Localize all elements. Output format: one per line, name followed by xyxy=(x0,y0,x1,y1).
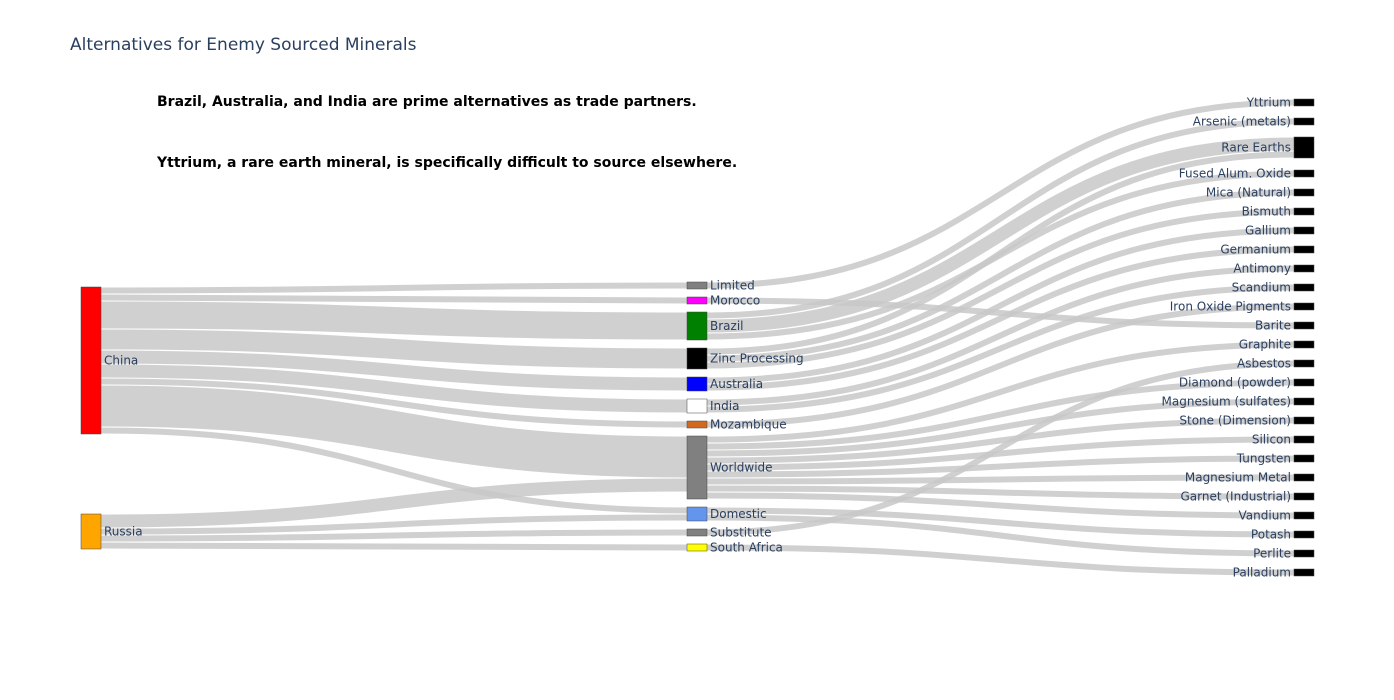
annotation-yttrium: Yttrium, a rare earth mineral, is specif… xyxy=(156,155,737,171)
sankey-node-tungsten xyxy=(1293,454,1315,463)
node-label-magnesium-metal: Magnesium Metal xyxy=(1185,471,1291,485)
sankey-node-worldwide xyxy=(686,435,708,500)
node-label-graphite: Graphite xyxy=(1239,338,1291,352)
sankey-node-brazil xyxy=(686,311,708,341)
sankey-node-iron-oxide-pigments xyxy=(1293,302,1315,311)
node-label-south-africa: South Africa xyxy=(710,541,783,555)
sankey-node-magnesium-metal xyxy=(1293,473,1315,482)
node-label-gallium: Gallium xyxy=(1245,224,1291,238)
node-label-perlite: Perlite xyxy=(1253,547,1291,561)
node-label-magnesium-sulfates: Magnesium (sulfates) xyxy=(1162,395,1291,409)
node-label-barite: Barite xyxy=(1255,319,1291,333)
node-label-antimony: Antimony xyxy=(1233,262,1291,276)
node-label-garnet-industrial: Garnet (Industrial) xyxy=(1180,490,1291,504)
sankey-node-zinc-processing xyxy=(686,347,708,370)
sankey-node-substitute xyxy=(686,528,708,537)
sankey-node-bismuth xyxy=(1293,207,1315,216)
node-label-tungsten: Tungsten xyxy=(1236,452,1291,466)
node-label-yttrium: Yttrium xyxy=(1246,96,1291,110)
annotation-trade-partners: Brazil, Australia, and India are prime a… xyxy=(157,94,697,110)
sankey-node-palladium xyxy=(1293,568,1315,577)
sankey-node-germanium xyxy=(1293,245,1315,254)
node-label-iron-oxide-pigments: Iron Oxide Pigments xyxy=(1170,300,1291,314)
sankey-node-potash xyxy=(1293,530,1315,539)
sankey-chart: Alternatives for Enemy Sourced Minerals … xyxy=(70,35,1315,580)
sankey-node-vandium xyxy=(1293,511,1315,520)
sankey-node-barite xyxy=(1293,321,1315,330)
sankey-node-morocco xyxy=(686,296,708,305)
node-label-worldwide: Worldwide xyxy=(710,461,773,475)
sankey-node-scandium xyxy=(1293,283,1315,292)
sankey-node-fused-alum-oxide xyxy=(1293,169,1315,178)
sankey-link-2 xyxy=(100,301,688,340)
node-label-mozambique: Mozambique xyxy=(710,418,787,432)
sankey-node-mica-natural xyxy=(1293,188,1315,197)
node-label-domestic: Domestic xyxy=(710,507,767,521)
node-label-limited: Limited xyxy=(710,279,755,293)
sankey-node-china xyxy=(80,286,102,435)
node-label-bismuth: Bismuth xyxy=(1242,205,1291,219)
sankey-node-domestic xyxy=(686,506,708,522)
node-label-palladium: Palladium xyxy=(1233,566,1291,580)
node-label-morocco: Morocco xyxy=(710,294,760,308)
sankey-node-gallium xyxy=(1293,226,1315,235)
sankey-node-stone-dimension xyxy=(1293,416,1315,425)
node-label-china: China xyxy=(104,354,138,368)
node-label-arsenic-metals: Arsenic (metals) xyxy=(1193,115,1291,129)
sankey-node-asbestos xyxy=(1293,359,1315,368)
sankey-node-yttrium xyxy=(1293,98,1315,107)
node-label-scandium: Scandium xyxy=(1232,281,1291,295)
sankey-node-diamond-powder xyxy=(1293,378,1315,387)
node-label-brazil: Brazil xyxy=(710,319,744,333)
node-label-stone-dimension: Stone (Dimension) xyxy=(1179,414,1291,428)
sankey-node-india xyxy=(686,398,708,414)
sankey-link-1 xyxy=(100,294,688,304)
node-label-fused-alum-oxide: Fused Alum. Oxide xyxy=(1179,167,1291,181)
node-label-silicon: Silicon xyxy=(1252,433,1291,447)
node-label-diamond-powder: Diamond (powder) xyxy=(1179,376,1291,390)
sankey-link-0 xyxy=(100,282,688,294)
node-label-australia: Australia xyxy=(710,377,763,391)
sankey-node-garnet-industrial xyxy=(1293,492,1315,501)
sankey-node-limited xyxy=(686,281,708,290)
sankey-node-graphite xyxy=(1293,340,1315,349)
node-label-rare-earths: Rare Earths xyxy=(1221,141,1291,155)
sankey-node-silicon xyxy=(1293,435,1315,444)
sankey-node-mozambique xyxy=(686,420,708,429)
sankey-node-rare-earths xyxy=(1293,136,1315,159)
sankey-node-south-africa xyxy=(686,543,708,552)
sankey-node-antimony xyxy=(1293,264,1315,273)
node-label-russia: Russia xyxy=(104,525,143,539)
sankey-node-perlite xyxy=(1293,549,1315,558)
node-label-vandium: Vandium xyxy=(1239,509,1291,523)
node-label-germanium: Germanium xyxy=(1220,243,1291,257)
sankey-node-magnesium-sulfates xyxy=(1293,397,1315,406)
node-label-zinc-processing: Zinc Processing xyxy=(710,352,804,366)
node-label-asbestos: Asbestos xyxy=(1237,357,1291,371)
node-label-potash: Potash xyxy=(1251,528,1291,542)
sankey-node-australia xyxy=(686,376,708,392)
node-label-india: India xyxy=(710,399,739,413)
chart-title: Alternatives for Enemy Sourced Minerals xyxy=(70,35,417,55)
sankey-link-12 xyxy=(100,542,688,551)
sankey-node-arsenic-metals xyxy=(1293,117,1315,126)
node-label-mica-natural: Mica (Natural) xyxy=(1206,186,1291,200)
node-label-substitute: Substitute xyxy=(710,526,772,540)
sankey-node-russia xyxy=(80,513,102,550)
